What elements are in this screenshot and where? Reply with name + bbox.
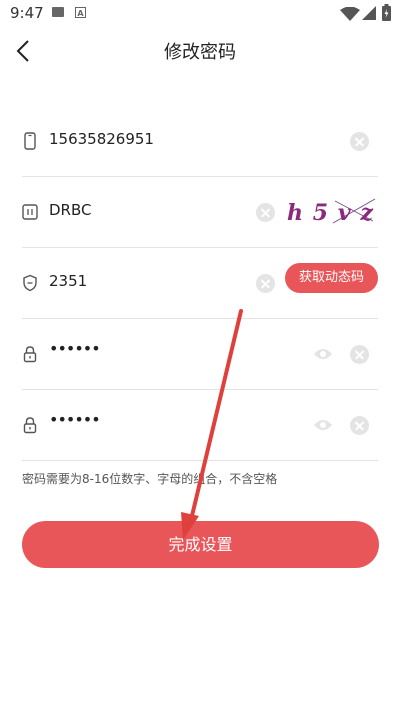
navigation-bar: 修改密码 [0, 28, 400, 74]
password-input[interactable]: •••••• [49, 339, 101, 358]
sms-code-input[interactable]: 2351 [49, 272, 87, 290]
get-sms-code-button[interactable]: 获取动态码 [285, 263, 378, 293]
confirm-password-input[interactable]: •••••• [49, 410, 101, 429]
shield-icon [23, 274, 37, 292]
phone-input[interactable]: 15635826951 [49, 130, 154, 148]
sms-code-clear-button[interactable] [256, 274, 275, 293]
signal-icon [362, 6, 376, 20]
status-time: 9:47 [10, 4, 44, 22]
page-title: 修改密码 [164, 42, 236, 63]
captcha-field[interactable]: DRBC h5vz [22, 177, 378, 248]
captcha-clear-button[interactable] [256, 203, 275, 222]
confirm-password-visibility-toggle[interactable] [313, 418, 333, 432]
complete-setup-button[interactable]: 完成设置 [22, 521, 379, 568]
phone-field[interactable]: 15635826951 [22, 106, 378, 177]
wifi-icon [340, 7, 360, 21]
status-bar: 9:47 A [0, 0, 400, 28]
a-notification-icon: A [75, 7, 86, 18]
password-visibility-toggle[interactable] [313, 347, 333, 361]
phone-icon [24, 132, 36, 150]
captcha-icon [22, 204, 38, 220]
lock-icon [23, 346, 37, 363]
password-clear-button[interactable] [350, 345, 369, 364]
sms-code-field[interactable]: 2351 获取动态码 [22, 248, 378, 319]
lock-icon [23, 417, 37, 434]
password-field[interactable]: •••••• [22, 319, 378, 390]
confirm-password-field[interactable]: •••••• [22, 390, 378, 461]
captcha-text: h5vz [287, 200, 374, 226]
battery-charging-icon [382, 4, 391, 21]
photo-icon [52, 7, 64, 17]
captcha-image[interactable]: h5vz [285, 195, 377, 227]
captcha-input[interactable]: DRBC [49, 201, 91, 219]
password-hint: 密码需要为8-16位数字、字母的组合，不含空格 [22, 472, 278, 486]
phone-clear-button[interactable] [350, 132, 369, 151]
confirm-password-clear-button[interactable] [350, 416, 369, 435]
